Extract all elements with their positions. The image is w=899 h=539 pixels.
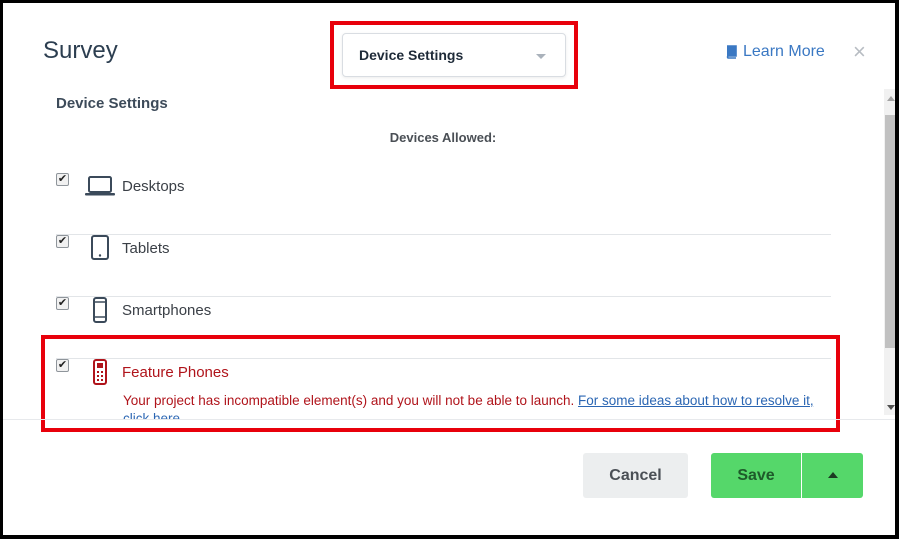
smartphone-icon (84, 297, 116, 323)
caret-up-icon (828, 472, 838, 478)
warning-message: Your project has incompatible element(s)… (123, 393, 575, 408)
laptop-icon (84, 173, 116, 199)
close-icon[interactable]: × (853, 41, 866, 63)
feature-phone-icon (84, 359, 116, 385)
scrollbar-thumb[interactable] (885, 115, 895, 348)
learn-more-link[interactable]: Learn More (725, 43, 825, 61)
incompatibility-warning: Your project has incompatible element(s)… (123, 392, 823, 419)
device-row-feature-phones: ✔ Feature Phones Your project has incomp… (56, 359, 831, 419)
save-options-button[interactable] (802, 453, 863, 498)
panel-scrollbar[interactable] (884, 89, 895, 415)
feature-phones-label: Feature Phones (122, 364, 229, 381)
tablets-checkbox[interactable]: ✔ (56, 235, 69, 248)
devices-allowed-heading: Devices Allowed: (389, 130, 497, 145)
feature-phones-checkbox[interactable]: ✔ (56, 359, 69, 372)
smartphones-label: Smartphones (122, 302, 212, 319)
book-icon (726, 45, 737, 59)
learn-more-label: Learn More (743, 43, 825, 60)
device-row-desktops: ✔ Desktops (56, 173, 831, 235)
desktops-label: Desktops (122, 178, 185, 195)
footer-divider (3, 419, 895, 420)
survey-dialog: Survey Device Settings Learn More × Devi… (0, 0, 899, 539)
device-row-tablets: ✔ Tablets (56, 235, 831, 297)
smartphones-checkbox[interactable]: ✔ (56, 297, 69, 310)
cancel-button[interactable]: Cancel (583, 453, 688, 498)
tablet-icon (84, 235, 116, 261)
chevron-down-icon (536, 54, 546, 59)
dropdown-selected-value: Device Settings (359, 47, 464, 63)
scroll-down-arrow-icon[interactable] (887, 405, 895, 410)
desktops-checkbox[interactable]: ✔ (56, 173, 69, 186)
section-title: Device Settings (56, 95, 168, 112)
scroll-up-arrow-icon[interactable] (887, 96, 895, 101)
settings-dropdown[interactable]: Device Settings (342, 33, 566, 77)
device-settings-panel: Device Settings Devices Allowed: ✔ Deskt… (3, 89, 883, 419)
save-button[interactable]: Save (711, 453, 801, 498)
dialog-title: Survey (43, 37, 118, 64)
device-row-smartphones: ✔ Smartphones (56, 297, 831, 359)
tablets-label: Tablets (122, 240, 170, 257)
